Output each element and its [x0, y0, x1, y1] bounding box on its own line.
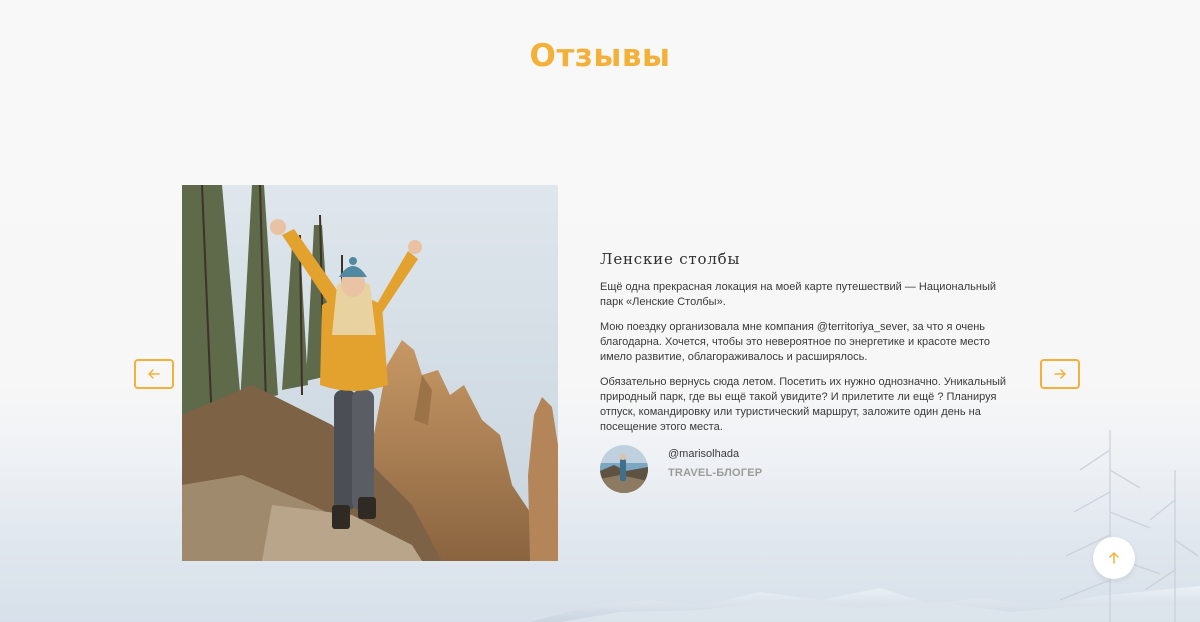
author-handle: @marisolhada	[668, 448, 740, 460]
review-paragraph: Обязательно вернусь сюда летом. Посетить…	[600, 376, 1007, 433]
review-photo	[182, 185, 558, 561]
arrow-left-icon	[148, 369, 160, 379]
scroll-to-top-button[interactable]	[1093, 537, 1135, 579]
review-paragraph: Ещё одна прекрасная локация на моей карт…	[600, 281, 997, 308]
review-content: Ленские столбы Ещё одна прекрасная локац…	[600, 250, 1020, 445]
arrow-right-icon	[1054, 369, 1066, 379]
author-role: TRAVEL-БЛОГЕР	[668, 467, 763, 479]
avatar	[600, 445, 648, 493]
arrow-up-icon	[1109, 552, 1119, 564]
section-title: Отзывы	[529, 38, 671, 74]
prev-slide-button[interactable]	[134, 359, 174, 389]
next-slide-button[interactable]	[1040, 359, 1080, 389]
review-title: Ленские столбы	[600, 250, 741, 268]
review-text: Ещё одна прекрасная локация на моей карт…	[600, 280, 1020, 435]
review-paragraph: Мою поездку организовала мне компания @t…	[600, 321, 991, 363]
